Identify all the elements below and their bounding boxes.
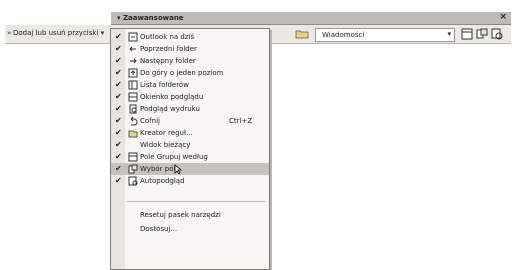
menu-item-up-one-level[interactable]: ✔ Do góry o jeden poziom	[111, 67, 269, 79]
menu-item-label: Widok bieżący	[140, 141, 191, 149]
folder-list-icon	[128, 80, 138, 90]
rules-wizard-icon	[128, 130, 138, 138]
menu-item-label: Kreator reguł...	[140, 129, 193, 137]
undo-icon	[130, 116, 138, 126]
menu-item-undo[interactable]: ✔ Cofnij Ctrl+Z	[111, 115, 269, 127]
autopreview-icon	[128, 176, 138, 186]
checkmark-icon: ✔	[115, 164, 122, 173]
menu-item-label: Resetuj pasek narzędzi	[140, 211, 221, 219]
folder-icon[interactable]	[295, 29, 309, 39]
forward-arrow-icon	[130, 58, 137, 64]
back-arrow-icon	[129, 46, 136, 52]
menu-item-label: Wybór pól	[140, 165, 176, 173]
checkmark-icon: ✔	[115, 56, 122, 65]
menu-item-label: Cofnij	[140, 117, 160, 125]
menu-item-field-chooser[interactable]: ✔ Wybór pól	[111, 163, 269, 175]
menu-item-label: Okienko podglądu	[140, 93, 204, 101]
menu-item-label: Outlook na dziś	[140, 33, 195, 41]
menu-item-print-preview[interactable]: ✔ Podgląd wydruku	[111, 103, 269, 115]
menu-item-shortcut: Ctrl+Z	[229, 117, 253, 125]
toolbar-options-chevron[interactable]: »	[7, 29, 11, 37]
menu-item-group-by-box[interactable]: ✔ Pole Grupuj według	[111, 151, 269, 163]
preview-pane-icon	[128, 92, 138, 102]
autopreview-icon[interactable]	[491, 28, 503, 40]
checkmark-icon: ✔	[115, 32, 122, 41]
outlook-today-icon	[128, 32, 138, 42]
add-remove-buttons-button[interactable]: Dodaj lub usuń przyciski ▾	[13, 29, 104, 37]
checkmark-icon: ✔	[115, 128, 122, 137]
menu-item-reset-toolbar[interactable]: Resetuj pasek narzędzi	[111, 209, 269, 221]
current-view-value: Wiadomości	[322, 31, 365, 39]
checkmark-icon: ✔	[115, 44, 122, 53]
menu-separator	[127, 201, 265, 202]
field-chooser-icon[interactable]	[476, 28, 488, 40]
chevron-down-icon: ▾	[100, 29, 105, 37]
checkmark-icon: ✔	[115, 116, 122, 125]
menu-item-label: Lista folderów	[140, 81, 189, 89]
group-by-box-icon	[128, 152, 138, 162]
toolbar-title-bar[interactable]: ▾ Zaawansowane ×	[111, 12, 511, 25]
mouse-cursor-icon	[174, 164, 183, 175]
checkmark-icon: ✔	[115, 92, 122, 101]
add-remove-buttons-menu: ✔ Outlook na dziś ✔ Poprzedni folder ✔ N…	[110, 28, 270, 270]
current-view-dropdown[interactable]: Wiadomości ▾	[315, 28, 455, 42]
checkmark-icon: ✔	[115, 68, 122, 77]
up-one-level-icon	[128, 68, 138, 78]
menu-item-autopreview[interactable]: ✔ Autopodgląd	[111, 175, 269, 187]
menu-item-label: Pole Grupuj według	[140, 153, 208, 161]
menu-item-preview-pane[interactable]: ✔ Okienko podglądu	[111, 91, 269, 103]
checkmark-icon: ✔	[115, 140, 122, 149]
add-remove-buttons-label: Dodaj lub usuń przyciski	[13, 29, 99, 37]
close-icon[interactable]: ×	[499, 12, 507, 22]
print-preview-icon	[129, 104, 137, 114]
menu-item-label: Podgląd wydruku	[140, 105, 200, 113]
checkmark-icon: ✔	[115, 152, 122, 161]
menu-item-previous-folder[interactable]: ✔ Poprzedni folder	[111, 43, 269, 55]
menu-item-rules-wizard[interactable]: ✔ Kreator reguł...	[111, 127, 269, 139]
toolbar-title-text: Zaawansowane	[122, 14, 184, 22]
menu-item-label: Następny folder	[140, 57, 196, 65]
menu-item-customize[interactable]: Dostosuj...	[111, 223, 269, 235]
checkmark-icon: ✔	[115, 176, 122, 185]
menu-item-next-folder[interactable]: ✔ Następny folder	[111, 55, 269, 67]
checkmark-icon: ✔	[115, 104, 122, 113]
checkmark-icon: ✔	[115, 80, 122, 89]
field-chooser-icon	[128, 164, 138, 174]
menu-item-folder-list[interactable]: ✔ Lista folderów	[111, 79, 269, 91]
menu-item-outlook-today[interactable]: ✔ Outlook na dziś	[111, 31, 269, 43]
chevron-down-icon: ▾	[447, 30, 451, 38]
menu-item-label: Do góry o jeden poziom	[140, 69, 224, 77]
menu-item-current-view[interactable]: ✔ Widok bieżący	[111, 139, 269, 151]
menu-item-label: Poprzedni folder	[140, 45, 197, 53]
group-by-box-icon[interactable]	[461, 28, 473, 40]
menu-item-label: Autopodgląd	[140, 177, 185, 185]
menu-item-label: Dostosuj...	[140, 225, 178, 233]
toolbar-title: ▾ Zaawansowane	[117, 14, 184, 22]
